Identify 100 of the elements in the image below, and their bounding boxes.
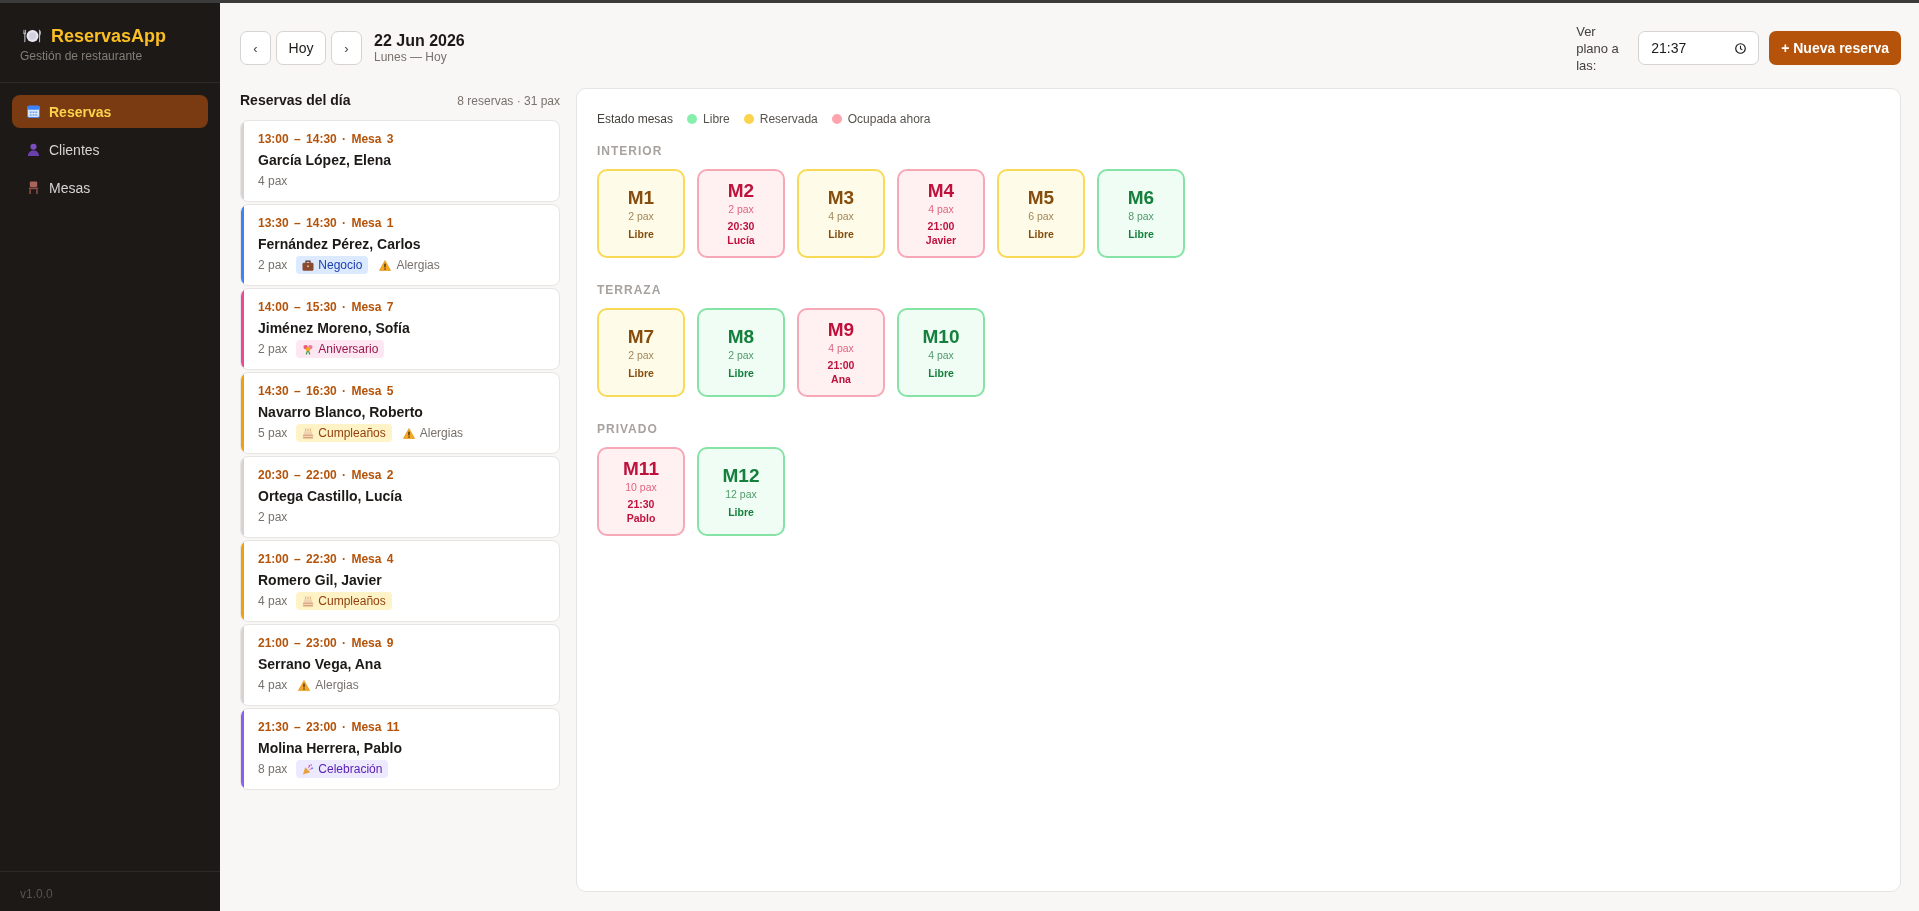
guest-name: García López, Elena <box>258 151 393 170</box>
flower-bouquet-icon <box>302 343 315 355</box>
table-number: M12 <box>722 464 760 487</box>
date-title: 22 Jun 2026 <box>374 31 465 50</box>
guest-name: Molina Herrera, Pablo <box>258 739 403 758</box>
table-tile[interactable]: M4 4 pax 21:00 Javier <box>897 169 985 258</box>
calendar-icon <box>27 105 40 118</box>
reservation-time: 14:00 – 15:30 · Mesa 7 <box>258 299 395 316</box>
guest-first-name: Javier <box>925 233 957 247</box>
area-label: TERRAZA <box>597 282 663 298</box>
table-number: M2 <box>727 180 755 202</box>
app-name: ReservasApp <box>51 25 167 47</box>
cake-icon <box>302 427 315 439</box>
previous-day-button[interactable]: ‹ <box>240 31 271 65</box>
table-number: M10 <box>922 325 960 348</box>
warning-icon <box>298 679 311 691</box>
table-tile[interactable]: M8 2 pax Libre <box>697 308 785 397</box>
nav-item[interactable]: Mesas <box>12 171 208 204</box>
table-number: M7 <box>627 325 655 348</box>
new-reservation-button[interactable]: + Nueva reserva <box>1769 31 1901 65</box>
table-number: M11 <box>623 458 659 480</box>
table-number: M6 <box>1127 186 1155 209</box>
tag-label: Negocio <box>318 257 363 273</box>
party-size: 2 pax <box>258 258 288 272</box>
person-icon <box>27 143 40 156</box>
briefcase-icon <box>302 259 315 271</box>
legend-title: Estado mesas <box>597 111 674 128</box>
nav-item[interactable]: Reservas <box>12 95 208 128</box>
reservation-time: 20:30 – 22:00 · Mesa 2 <box>258 467 395 484</box>
list-title: Reservas del día <box>240 91 351 110</box>
guest-name: Ortega Castillo, Lucía <box>258 487 403 506</box>
reservation-time: 21:00 – 23:00 · Mesa 9 <box>258 635 395 652</box>
table-tile[interactable]: M10 4 pax Libre <box>897 308 985 397</box>
reservation-card[interactable]: 13:30 – 14:30 · Mesa 1 Fernández Pérez, Carlos 2 pax Negocio Alergias <box>240 204 560 286</box>
guest-first-name: Ana <box>831 372 851 386</box>
table-tile[interactable]: M2 2 pax 20:30 Lucía <box>697 169 785 258</box>
time-label: Ver plano a las: <box>1576 22 1620 74</box>
party-size: 5 pax <box>258 426 288 440</box>
party-size: 2 pax <box>258 342 288 356</box>
nav-item[interactable]: Clientes <box>12 133 208 166</box>
table-tile[interactable]: M9 4 pax 21:00 Ana <box>797 308 885 397</box>
table-tile[interactable]: M6 8 pax Libre <box>1097 169 1185 258</box>
app-subtitle: Gestión de restaurante <box>20 48 144 64</box>
area-label: INTERIOR <box>597 143 664 159</box>
table-number: M8 <box>727 325 755 348</box>
allergy-label: Alergias <box>396 258 440 272</box>
table-number: M3 <box>827 186 855 209</box>
warning-icon <box>379 259 392 271</box>
next-day-button[interactable]: › <box>331 31 362 65</box>
reservation-time: 21:30 – 23:00 · Mesa 11 <box>258 719 401 736</box>
seat-count: 12 pax <box>725 486 757 501</box>
table-tile[interactable]: M1 2 pax Libre <box>597 169 685 258</box>
guest-name: Romero Gil, Javier <box>258 571 383 590</box>
table-number: M4 <box>927 180 955 202</box>
reservation-card[interactable]: 21:00 – 22:30 · Mesa 4 Romero Gil, Javier 4 pax Cumpleaños <box>240 540 560 622</box>
table-tile[interactable]: M3 4 pax Libre <box>797 169 885 258</box>
seat-count: 8 pax <box>1128 208 1154 223</box>
reservation-card[interactable]: 21:30 – 23:00 · Mesa 11 Molina Herrera, Pablo 8 pax Celebración <box>240 708 560 790</box>
tag-label: Celebración <box>318 761 383 777</box>
today-button[interactable]: Hoy <box>276 31 326 65</box>
allergy-label: Alergias <box>419 426 464 440</box>
reservation-time: 14:30 – 16:30 · Mesa 5 <box>258 383 395 400</box>
table-status: Libre <box>828 226 854 241</box>
seat-count: 2 pax <box>628 347 654 362</box>
table-number: M9 <box>827 319 855 341</box>
table-number: M5 <box>1027 186 1055 209</box>
weekday-label: Lunes — Hoy <box>374 50 448 65</box>
reservation-time: 21:00 – 22:30 · Mesa 4 <box>258 551 395 568</box>
area-label: PRIVADO <box>597 421 659 437</box>
legend-label: Libre <box>703 111 730 128</box>
clock-icon <box>1735 42 1747 54</box>
table-tile[interactable]: M7 2 pax Libre <box>597 308 685 397</box>
table-tile[interactable]: M5 6 pax Libre <box>997 169 1085 258</box>
reservation-card[interactable]: 14:00 – 15:30 · Mesa 7 Jiménez Moreno, Sofía 2 pax Aniversario <box>240 288 560 370</box>
seat-count: 4 pax <box>828 208 854 223</box>
reservation-card[interactable]: 20:30 – 22:00 · Mesa 2 Ortega Castillo, Lucía 2 pax <box>240 456 560 538</box>
table-tile[interactable]: M12 12 pax Libre <box>697 447 785 536</box>
party-size: 4 pax <box>258 174 288 188</box>
booking-time: 20:30 <box>727 219 755 233</box>
seat-count: 4 pax <box>928 202 954 216</box>
table-number: M1 <box>627 186 655 209</box>
seat-count: 2 pax <box>628 208 654 223</box>
table-tile[interactable]: M11 10 pax 21:30 Pablo <box>597 447 685 536</box>
warning-icon <box>402 427 415 439</box>
tag-label: Cumpleaños <box>318 425 386 441</box>
table-status: Libre <box>928 365 954 380</box>
legend-label: Reservada <box>759 111 818 128</box>
time-field[interactable]: 21:37 <box>1638 31 1760 65</box>
guest-name: Navarro Blanco, Roberto <box>258 403 424 422</box>
version-label: v1.0.0 <box>20 887 53 901</box>
reservation-card[interactable]: 13:00 – 14:30 · Mesa 3 García López, Elena 4 pax <box>240 120 560 202</box>
allergy-label: Alergias <box>315 678 359 692</box>
tag-label: Aniversario <box>318 341 379 357</box>
seat-count: 6 pax <box>1028 208 1054 223</box>
reservation-card[interactable]: 14:30 – 16:30 · Mesa 5 Navarro Blanco, Roberto 5 pax Cumpleaños Alergias <box>240 372 560 454</box>
seat-count: 4 pax <box>828 341 854 355</box>
reservation-card[interactable]: 21:00 – 23:00 · Mesa 9 Serrano Vega, Ana 4 pax Alergias <box>240 624 560 706</box>
booking-time: 21:00 <box>827 358 855 372</box>
party-size: 4 pax <box>258 678 288 692</box>
guest-first-name: Pablo <box>626 511 656 525</box>
